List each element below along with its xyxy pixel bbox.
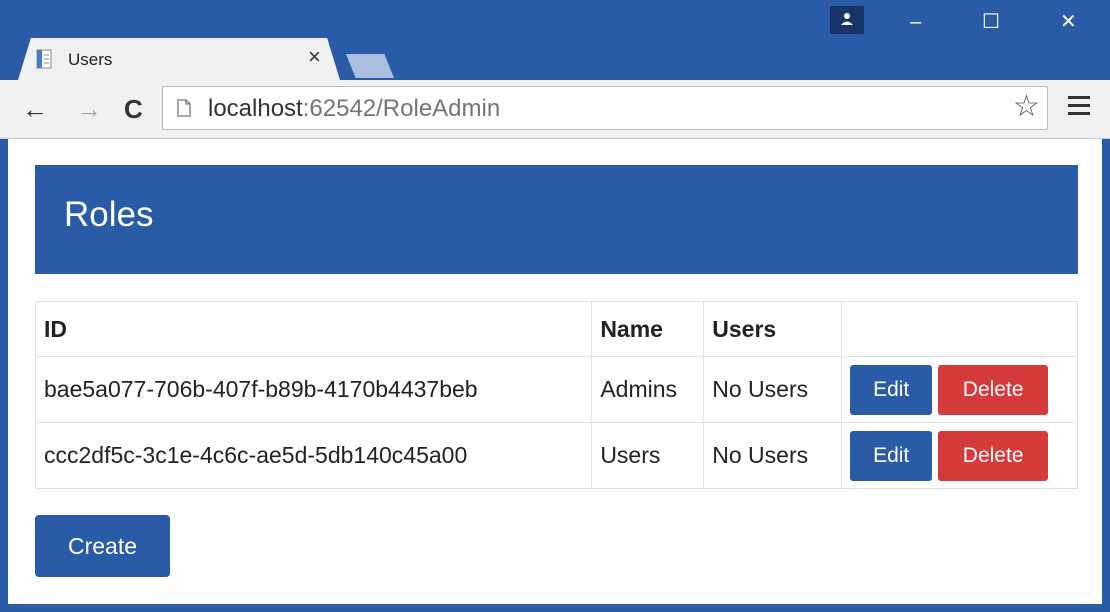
tab-title: Users [68, 50, 113, 69]
create-button[interactable]: Create [35, 515, 170, 577]
column-header-users: Users [703, 301, 843, 357]
edit-button[interactable]: Edit [850, 364, 933, 415]
role-actions: Edit Delete [841, 422, 1078, 489]
menu-bar [1068, 112, 1090, 115]
close-icon[interactable]: × [308, 46, 321, 68]
person-icon [841, 13, 853, 25]
roles-table: ID Name Users bae5a077-706b-407f-b89b-41… [34, 301, 1078, 489]
star-icon[interactable]: ☆ [1013, 92, 1040, 122]
role-users: No Users [703, 356, 843, 423]
page-info-icon [177, 99, 191, 117]
reload-icon[interactable]: C [124, 96, 143, 122]
column-header-name: Name [591, 301, 705, 357]
delete-button[interactable]: Delete [938, 430, 1049, 481]
column-header-id: ID [34, 301, 593, 357]
delete-button[interactable]: Delete [938, 364, 1049, 415]
hamburger-menu-icon[interactable] [1068, 96, 1090, 118]
menu-bar [1068, 104, 1090, 107]
page-title: Roles [64, 195, 154, 234]
maximize-icon[interactable]: ☐ [982, 12, 1000, 32]
minimize-icon[interactable]: – [910, 12, 921, 32]
role-name: Users [591, 422, 705, 489]
column-header-actions [841, 301, 1078, 357]
table-row: ccc2df5c-3c1e-4c6c-ae5d-5db140c45a00 Use… [34, 422, 1078, 489]
menu-bar [1068, 96, 1090, 99]
profile-icon[interactable] [830, 6, 864, 34]
browser-window: Users × – ☐ ✕ ← → C localhost:62542/Role… [0, 0, 1110, 612]
browser-tab[interactable] [18, 38, 340, 80]
edit-button[interactable]: Edit [850, 430, 933, 481]
role-id: bae5a077-706b-407f-b89b-4170b4437beb [34, 356, 593, 423]
url-path: :62542/RoleAdmin [302, 95, 501, 122]
role-users: No Users [703, 422, 843, 489]
table-header-row: ID Name Users [34, 301, 1078, 357]
forward-arrow-icon[interactable]: → [76, 96, 102, 122]
url-text[interactable]: localhost:62542/RoleAdmin [208, 95, 500, 123]
role-name: Admins [591, 356, 705, 423]
window-close-icon[interactable]: ✕ [1060, 12, 1077, 32]
table-row: bae5a077-706b-407f-b89b-4170b4437beb Adm… [34, 356, 1078, 423]
page-header: Roles [35, 165, 1078, 274]
page-icon [36, 49, 52, 69]
back-arrow-icon[interactable]: ← [22, 96, 48, 122]
role-id: ccc2df5c-3c1e-4c6c-ae5d-5db140c45a00 [34, 422, 593, 489]
url-host: localhost [208, 95, 303, 122]
role-actions: Edit Delete [841, 356, 1078, 423]
new-tab-button[interactable] [346, 54, 394, 78]
